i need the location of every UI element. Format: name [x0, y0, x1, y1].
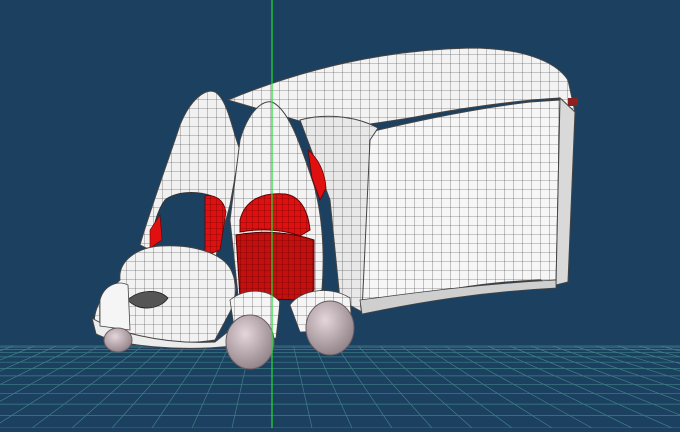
front-left-fender [99, 282, 131, 331]
viewport-canvas[interactable] [0, 0, 680, 429]
wheel-rear[interactable] [305, 300, 355, 356]
wheel-front-right[interactable] [225, 314, 275, 370]
wheel-front-left[interactable] [103, 327, 133, 353]
door-panel-wire [236, 232, 314, 300]
cargo-side-wire [360, 100, 560, 310]
3d-viewport[interactable] [0, 0, 680, 429]
tail-light-icon [568, 98, 578, 106]
